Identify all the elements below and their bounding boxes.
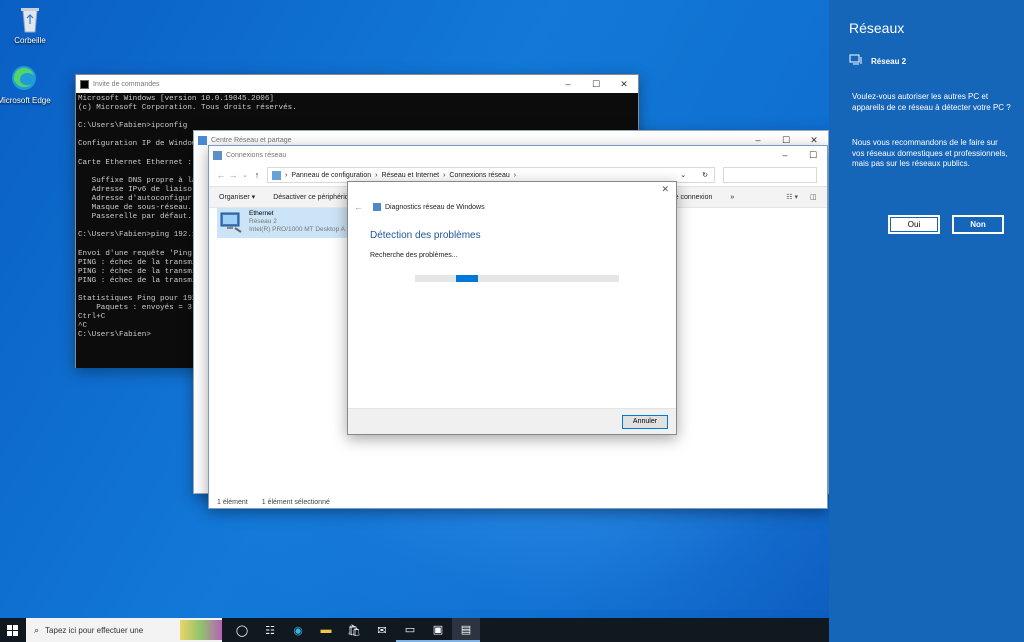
search-placeholder: Tapez ici pour effectuer une (45, 625, 144, 635)
edge-taskbar-icon[interactable]: ◉ (284, 618, 312, 642)
dialog-heading: Détection des problèmes (370, 230, 481, 241)
maximize-button[interactable]: ☐ (772, 135, 800, 146)
adapter-network: Réseau 2 (249, 218, 277, 225)
selection-count: 1 élément sélectionné (261, 499, 330, 506)
task-view-icon[interactable]: ◯ (228, 618, 256, 642)
recent-chevron-icon[interactable]: ⌄ (239, 171, 251, 179)
progress-indicator (455, 275, 479, 282)
back-arrow-icon[interactable]: ← (354, 202, 363, 212)
close-button[interactable]: ✕ (661, 184, 669, 195)
cancel-button[interactable]: Annuler (622, 415, 668, 429)
window-title: Connexions réseau (226, 151, 287, 159)
dialog-title: Diagnostics réseau de Windows (385, 203, 485, 211)
network-adapter-icon (219, 210, 245, 234)
window-title: Invite de commandes (93, 80, 160, 88)
network-center-icon (198, 135, 207, 145)
network-connections-taskbar-icon[interactable]: ▣ (424, 618, 452, 642)
adapter-name: Ethernet (249, 210, 274, 217)
discovery-question: Voulez-vous autoriser les autres PC et a… (852, 92, 1011, 112)
network-discovery-flyout[interactable]: Réseaux Réseau 2 Voulez-vous autoriser l… (829, 0, 1024, 642)
no-button[interactable]: Non (952, 215, 1004, 234)
wired-network-icon (849, 54, 863, 68)
minimize-button[interactable]: – (554, 79, 582, 90)
recycle-bin-icon (16, 4, 44, 34)
desktop-icon-label: Microsoft Edge (0, 96, 51, 105)
widgets-icon[interactable]: ☷ (256, 618, 284, 642)
disable-device-button[interactable]: Désactiver ce périphériq (273, 194, 348, 201)
taskbar-search-box[interactable]: ⌕ Tapez ici pour effectuer une (26, 618, 222, 642)
breadcrumb-chevron-icon: › (443, 171, 446, 179)
network-connections-icon (213, 150, 222, 160)
console-line: Microsoft Windows [version 10.0.19045.20… (78, 95, 274, 103)
maximize-button[interactable]: ☐ (799, 150, 827, 161)
progress-bar (415, 275, 619, 282)
diagnostics-icon (373, 203, 381, 211)
diagnostics-taskbar-icon[interactable]: ▤ (452, 618, 480, 642)
close-button[interactable]: ✕ (800, 135, 828, 146)
discovery-recommendation: Nous vous recommandons de le faire sur v… (852, 138, 1008, 168)
cmd-taskbar-icon[interactable]: ▭ (396, 618, 424, 642)
dialog-message: Recherche des problèmes... (370, 252, 458, 259)
dialog-header: ← Diagnostics réseau de Windows (354, 202, 485, 212)
breadcrumb-chevron-icon: › (375, 171, 378, 179)
minimize-button[interactable]: – (771, 150, 799, 161)
window-title: Centre Réseau et partage (211, 136, 292, 144)
maximize-button[interactable]: ☐ (582, 79, 610, 90)
yes-button[interactable]: Oui (888, 215, 940, 234)
back-arrow-icon[interactable]: ← (215, 170, 227, 180)
file-explorer-icon[interactable]: ▬ (312, 618, 340, 642)
more-commands-button[interactable]: » (730, 194, 734, 201)
start-button[interactable] (0, 618, 24, 642)
breadcrumb-chevron-icon: › (285, 171, 288, 179)
network-row: Réseau 2 (849, 54, 906, 68)
close-button[interactable]: ✕ (610, 79, 638, 90)
breadcrumb-item[interactable]: Panneau de configuration (291, 172, 371, 179)
mail-icon[interactable]: ✉ (368, 618, 396, 642)
organize-button[interactable]: Organiser ▾ (219, 193, 255, 201)
forward-arrow-icon[interactable]: → (227, 170, 239, 180)
diagnostics-dialog[interactable]: ✕ ← Diagnostics réseau de Windows Détect… (347, 181, 677, 435)
up-arrow-icon[interactable]: ↑ (251, 170, 263, 180)
control-panel-icon (272, 170, 281, 180)
search-icon: ⌕ (34, 624, 40, 635)
refresh-icon[interactable]: ↻ (702, 171, 708, 179)
edge-icon (10, 64, 38, 94)
desktop-icon-edge[interactable]: Microsoft Edge (0, 64, 54, 105)
connections-titlebar[interactable]: Connexions réseau – ☐ (209, 146, 827, 164)
search-box[interactable] (723, 167, 817, 183)
minimize-button[interactable]: – (744, 135, 772, 146)
adapter-item[interactable]: Ethernet Réseau 2 Intel(R) PRO/1000 MT D… (217, 208, 357, 238)
dialog-footer: Annuler (348, 408, 676, 434)
view-options-icon[interactable]: ☷ ▾ (786, 193, 798, 201)
breadcrumb-chevron-icon: › (513, 171, 517, 179)
breadcrumb-item[interactable]: Réseau et Internet (381, 172, 439, 179)
preview-pane-icon[interactable]: ◫ (810, 193, 817, 201)
item-count: 1 élément (217, 499, 248, 506)
taskbar: ⌕ Tapez ici pour effectuer une ◯ ☷ ◉ ▬ 🛍… (0, 618, 829, 642)
search-highlight-icon (180, 620, 222, 640)
desktop-icon-recycle-bin[interactable]: Corbeille (0, 4, 60, 45)
windows-logo-icon (6, 624, 18, 636)
dropdown-chevron-icon[interactable]: ⌄ (680, 171, 686, 179)
status-bar: 1 élément 1 élément sélectionné (217, 499, 330, 506)
breadcrumb-item[interactable]: Connexions réseau (449, 172, 509, 179)
desktop-icon-label: Corbeille (14, 36, 46, 45)
adapter-device: Intel(R) PRO/1000 MT Desktop A (249, 226, 345, 233)
network-name: Réseau 2 (871, 56, 907, 66)
cmd-icon (80, 79, 89, 89)
store-icon[interactable]: 🛍 (340, 618, 368, 642)
console-line: (c) Microsoft Corporation. Tous droits r… (78, 104, 297, 113)
command-prompt-titlebar[interactable]: Invite de commandes – ☐ ✕ (76, 75, 638, 93)
rename-connection-button[interactable]: te connexion (673, 194, 713, 201)
flyout-title: Réseaux (849, 20, 905, 36)
